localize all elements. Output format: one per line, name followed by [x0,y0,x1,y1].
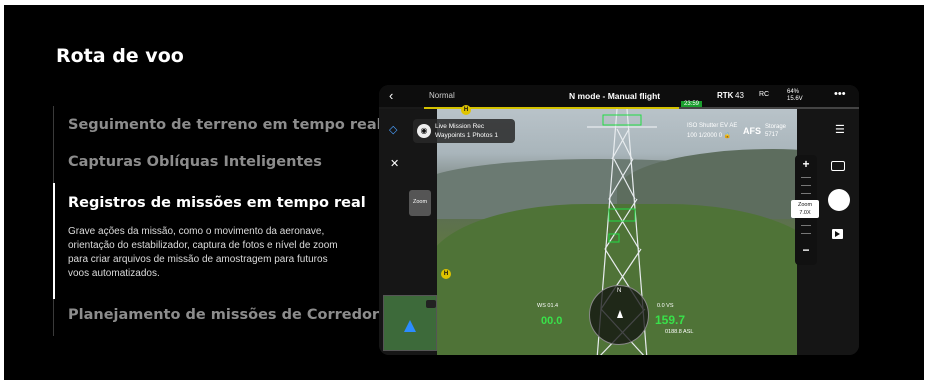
playback-icon[interactable] [832,229,843,239]
storage-info: Storage 5717 [765,123,786,139]
camera-param-values: 100 1/2000 0 🔒 [687,133,732,139]
flight-time-badge: 23:59 [681,101,703,107]
satellite-count: 43 [735,91,744,100]
zoom-tick [801,193,811,194]
zoom-shortcut-button[interactable]: Zoom [409,190,431,216]
page-root: Rota de voo Seguimento de terreno em tem… [4,5,924,380]
waypoint-marker: H [441,269,451,279]
home-point-marker: H [461,105,471,115]
zoom-label-text: Zoom [797,202,813,208]
battery-status: 64% 15.6V [787,89,803,103]
rc-signal: RC [759,91,770,98]
mission-counts: Waypoints 1 Photos 1 [435,132,498,139]
aircraft-icon[interactable]: ✕ [390,157,399,170]
zoom-in-button[interactable]: + [795,157,817,171]
waypoint-icon[interactable]: ◇ [389,123,397,136]
zoom-out-button[interactable]: − [795,243,817,257]
battery-percent: 64% [787,89,800,95]
camera-param-labels: ISO Shutter EV AE [687,123,738,129]
hud-horizontal-speed: 00.0 [541,315,563,327]
menu-item-terrain-follow[interactable]: Seguimento de terreno em tempo real [68,117,382,133]
section-title: Rota de voo [56,45,184,67]
back-button[interactable]: ‹ [389,88,393,103]
storage-value: 5717 [765,132,779,138]
shutter-button[interactable] [828,189,850,211]
controller-screenshot: ‹ Normal N mode - Manual flight RTK 43 R… [379,85,859,355]
menu-active-indicator [53,183,55,299]
hud-asl: 0188.8 ASL [665,329,694,335]
camera-params-panel[interactable]: ISO Shutter EV AE 100 1/2000 0 🔒 AFS Sto… [685,119,803,145]
zoom-level-badge: Zoom 7.0X [791,200,819,218]
minimap-camera-icon[interactable] [426,300,436,308]
hud-vertical-speed: 0.0 VS [657,303,674,309]
zoom-tick [801,225,811,226]
live-mission-panel[interactable]: ◉ Live Mission Rec Waypoints 1 Photos 1 [413,119,515,143]
menu-item-oblique-capture[interactable]: Capturas Oblíquas Inteligentes [68,154,322,170]
photo-mode-icon[interactable] [831,161,845,171]
aircraft-heading-icon [617,310,623,318]
battery-voltage: 15.6V [787,96,803,102]
hud-wind-speed: WS 01.4 [537,303,559,309]
zoom-tick [801,233,811,234]
mission-title: Live Mission Rec [435,123,485,130]
compass-north: N [617,288,622,294]
minimap[interactable] [383,295,437,351]
menu-item-corridor-planning[interactable]: Planejamento de missões de Corredor [68,307,379,323]
rtk-status: RTK [717,91,734,100]
hud-altitude: 159.7 [655,313,686,327]
menu-item-live-mission-rec[interactable]: Registros de missões em tempo real [68,195,366,211]
focus-mode[interactable]: AFS [743,126,761,136]
more-menu-icon[interactable]: ••• [834,88,846,100]
settings-sliders-icon[interactable]: ☰ [835,123,845,136]
storage-label: Storage [765,124,787,130]
top-status-bar: ‹ Normal N mode - Manual flight RTK 43 R… [379,85,859,107]
flight-status: Normal [429,91,455,100]
menu-item-description: Grave ações da missão, como o movimento … [68,226,338,279]
attitude-compass: N [589,285,649,345]
zoom-level-value: 7.0X [799,210,811,216]
zoom-tick [801,185,811,186]
flight-mode[interactable]: N mode - Manual flight [569,91,660,101]
aircraft-heading-icon [404,320,416,332]
zoom-tick [801,177,811,178]
camera-icon: ◉ [417,124,431,138]
